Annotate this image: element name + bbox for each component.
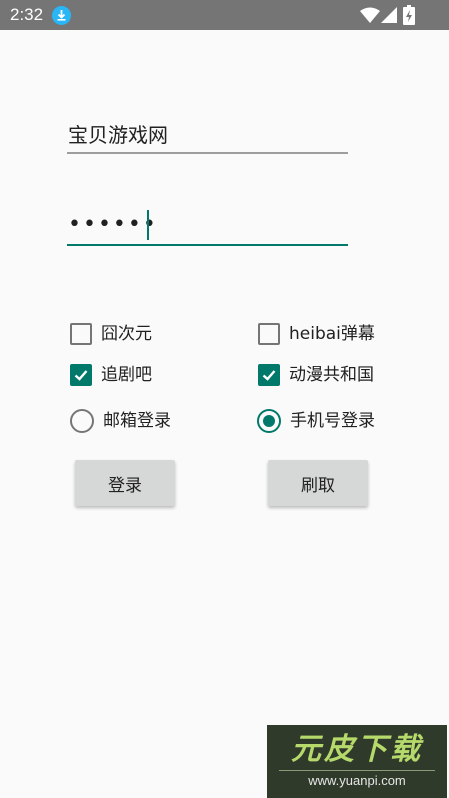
signal-icon xyxy=(381,7,397,23)
download-icon xyxy=(52,6,71,25)
checkbox-checked-icon[interactable] xyxy=(70,364,92,386)
checkbox-label: 追剧吧 xyxy=(101,365,152,385)
battery-charging-icon xyxy=(403,5,415,25)
radio-unselected-icon[interactable] xyxy=(70,409,94,433)
radio-label: 邮箱登录 xyxy=(103,411,171,431)
status-time: 2:32 xyxy=(10,5,44,24)
checkmark-icon xyxy=(262,370,276,381)
login-button[interactable]: 登录 xyxy=(75,460,175,506)
radio-option-phone[interactable]: 手机号登录 xyxy=(257,405,375,437)
status-bar: 2:32 xyxy=(0,0,449,30)
text-cursor xyxy=(147,210,149,240)
checkbox-unchecked-icon[interactable] xyxy=(70,323,92,345)
watermark-title: 元皮下载 xyxy=(291,732,423,767)
checkbox-label: heibai弹幕 xyxy=(289,324,375,344)
checkbox-option-3[interactable]: 追剧吧 xyxy=(70,359,152,391)
checkmark-icon xyxy=(74,370,88,381)
radio-selected-icon[interactable] xyxy=(257,409,281,433)
username-field[interactable]: 宝贝游戏网 xyxy=(67,114,348,154)
checkbox-label: 动漫共和国 xyxy=(289,365,374,385)
watermark-url: www.yuanpi.com xyxy=(308,773,406,788)
radio-dot xyxy=(263,415,275,427)
checkbox-option-4[interactable]: 动漫共和国 xyxy=(258,359,374,391)
checkbox-unchecked-icon[interactable] xyxy=(258,323,280,345)
username-value: 宝贝游戏网 xyxy=(68,123,168,147)
radio-option-email[interactable]: 邮箱登录 xyxy=(70,405,171,437)
watermark-divider xyxy=(279,770,435,771)
wifi-icon xyxy=(360,7,380,23)
checkbox-label: 囧次元 xyxy=(101,324,152,344)
password-field[interactable]: •••••• xyxy=(67,204,348,246)
checkbox-option-2[interactable]: heibai弹幕 xyxy=(258,318,375,350)
checkbox-option-1[interactable]: 囧次元 xyxy=(70,318,152,350)
refresh-button[interactable]: 刷取 xyxy=(268,460,368,506)
checkbox-checked-icon[interactable] xyxy=(258,364,280,386)
watermark-logo: 元皮下载 www.yuanpi.com xyxy=(267,725,447,798)
password-value: •••••• xyxy=(68,212,158,237)
radio-label: 手机号登录 xyxy=(290,411,375,431)
